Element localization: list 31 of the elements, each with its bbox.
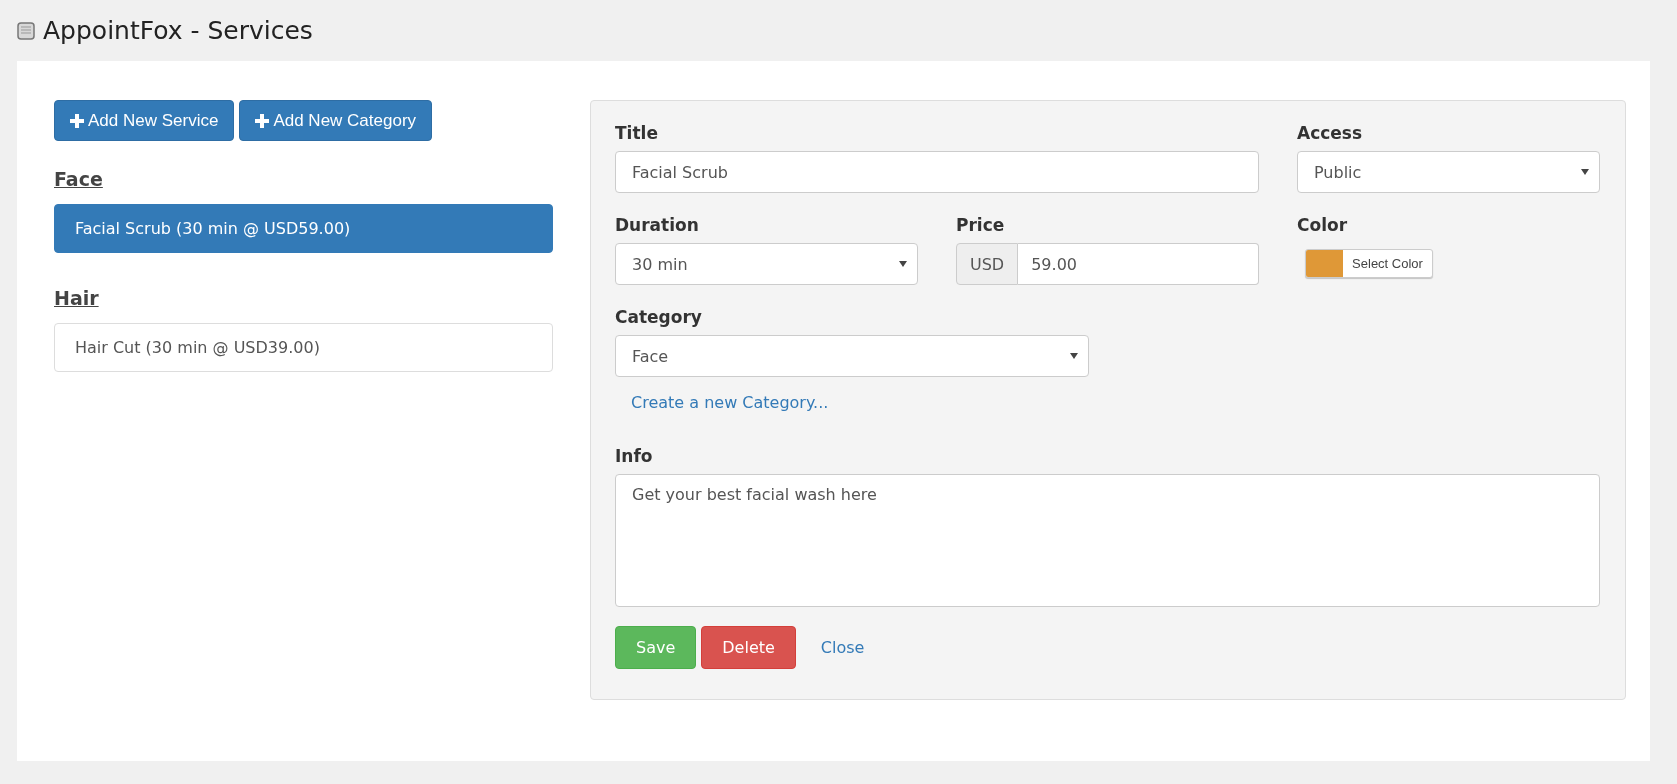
window-icon [17,21,35,40]
caret-icon [1581,169,1589,175]
plus-icon [70,113,84,128]
category-heading: Hair [54,287,99,309]
currency-addon: USD [956,243,1019,285]
select-field[interactable]: 30 min [615,243,918,285]
create-category-link[interactable]: Create a new Category... [631,393,829,412]
caret-icon [899,261,907,267]
add-button[interactable]: Add New Category [239,100,433,141]
category-heading: Face [54,168,103,190]
info-textarea[interactable]: Get your best facial wash here [615,474,1600,607]
field-label: Duration [615,215,699,235]
color-picker-button[interactable]: Select Color [1305,249,1433,278]
select-field[interactable]: Face [615,335,1089,377]
delete-button[interactable]: Delete [701,626,796,669]
field-label: Category [615,307,702,327]
add-button[interactable]: Add New Service [54,100,235,141]
field-label: Title [615,123,658,143]
select-field[interactable]: Public [1297,151,1600,193]
field-label: Color [1297,215,1348,235]
service-item[interactable]: Facial Scrub (30 min @ USD59.00) [54,204,553,253]
plus-icon [255,113,270,128]
field-label: Price [956,215,1005,235]
service-item[interactable]: Hair Cut (30 min @ USD39.00) [54,323,553,372]
input-field[interactable]: Facial Scrub [615,151,1259,193]
field-label: Info [615,446,653,466]
window-title: AppointFox - Services [43,16,313,45]
field-label: Access [1297,123,1363,143]
input-field[interactable]: 59.00 [1018,243,1259,285]
caret-icon [1070,353,1078,359]
close-link[interactable]: Close [820,638,865,657]
